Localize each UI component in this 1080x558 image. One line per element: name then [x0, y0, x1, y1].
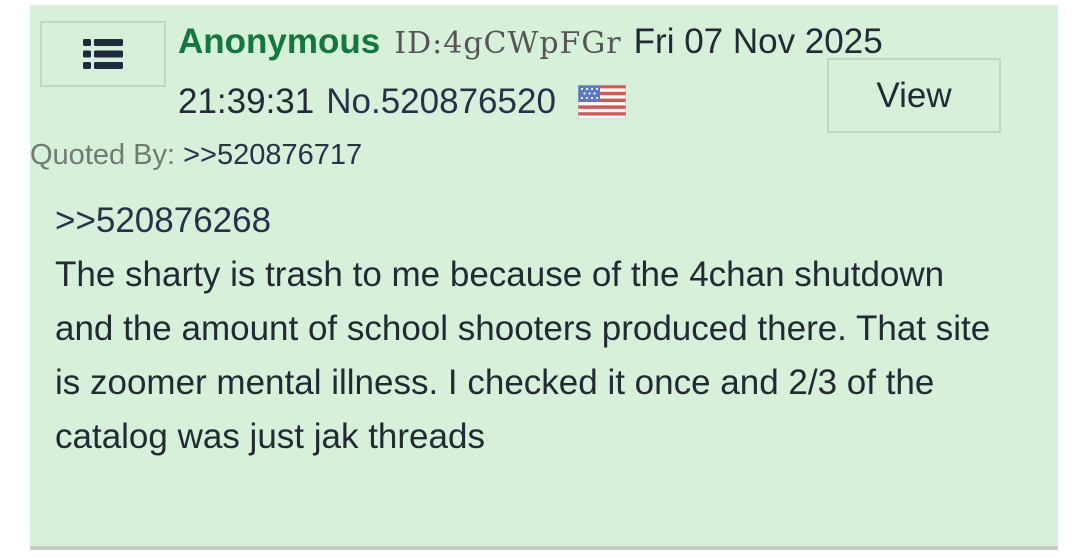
post-number[interactable]: No.520876520	[326, 82, 556, 122]
post-header-line2: 21:39:31 No.520876520	[178, 78, 626, 126]
poster-name: Anonymous	[178, 22, 381, 61]
poster-id[interactable]: ID:4gCWpFGr	[394, 26, 621, 61]
post-header: Anonymous ID:4gCWpFGr Fri 07 Nov 2025	[178, 22, 883, 70]
reply-quote-link[interactable]: >>520876268	[55, 194, 995, 248]
post-time: 21:39:31	[178, 82, 315, 121]
post-body-text: The sharty is trash to me because of the…	[55, 255, 991, 456]
us-flag-icon	[577, 85, 626, 119]
post-menu-button[interactable]	[40, 21, 166, 87]
quoted-by: Quoted By: >>520876717	[30, 136, 362, 174]
post-date: Fri 07 Nov 2025	[633, 22, 883, 61]
post-divider	[30, 546, 1058, 550]
list-icon	[83, 39, 123, 69]
quoted-by-label: Quoted By:	[30, 138, 176, 171]
post-message: >>520876268 The sharty is trash to me be…	[55, 194, 995, 464]
view-button[interactable]: View	[827, 58, 1001, 133]
quoted-by-link[interactable]: >>520876717	[183, 139, 362, 172]
